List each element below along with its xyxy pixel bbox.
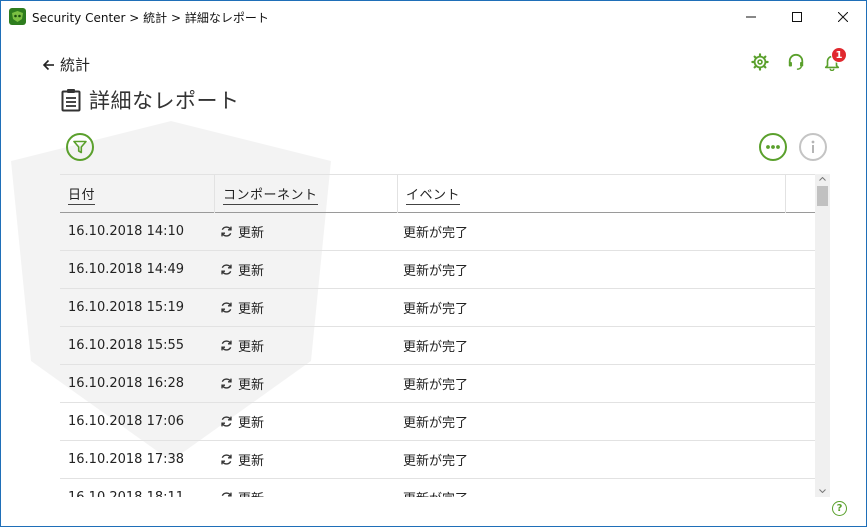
cell-event: 更新が完了: [403, 416, 469, 431]
notification-badge: 1: [831, 47, 847, 63]
cell-date: 16.10.2018 15:55: [68, 338, 185, 353]
column-header-component[interactable]: コンポーネント: [215, 175, 398, 213]
window-title: Security Center > 統計 > 詳細なレポート: [32, 11, 269, 25]
cell-date: 16.10.2018 17:06: [68, 414, 185, 429]
cell-event: 更新が完了: [403, 226, 469, 241]
component-label: 更新: [238, 340, 265, 355]
scroll-thumb[interactable]: [817, 186, 828, 206]
close-button[interactable]: [820, 1, 866, 32]
filter-button[interactable]: [66, 133, 94, 161]
update-refresh-icon: [221, 302, 232, 313]
column-header-blank: [786, 175, 815, 213]
update-refresh-icon: [221, 340, 232, 351]
table-row[interactable]: 16.10.2018 17:38 更新 更新が完了: [60, 441, 815, 479]
minimize-icon: [746, 16, 756, 17]
cell-component: 更新: [220, 365, 264, 402]
cell-date: 16.10.2018 15:19: [68, 300, 185, 315]
table-row[interactable]: 16.10.2018 18:11 更新 更新が完了: [60, 479, 815, 497]
chevron-down-icon: [819, 489, 826, 493]
component-label: 更新: [238, 264, 265, 279]
table-row[interactable]: 16.10.2018 14:10 更新 更新が完了: [60, 213, 815, 251]
arrow-left-icon: [43, 59, 54, 70]
scroll-down-button[interactable]: [815, 485, 830, 497]
back-link[interactable]: 統計: [43, 54, 90, 75]
chevron-up-icon: [819, 177, 826, 181]
settings-icon: [751, 53, 769, 71]
maximize-button[interactable]: [774, 1, 820, 32]
cell-component: 更新: [220, 403, 264, 440]
cell-date: 16.10.2018 17:38: [68, 452, 185, 467]
maximize-icon: [792, 11, 802, 22]
table-row[interactable]: 16.10.2018 17:06 更新 更新が完了: [60, 403, 815, 441]
page-title-row: 詳細なレポート: [61, 85, 240, 115]
minimize-button[interactable]: [728, 1, 774, 32]
cell-component: 更新: [220, 213, 264, 250]
update-refresh-icon: [221, 378, 232, 389]
more-button[interactable]: [759, 133, 787, 161]
cell-date: 16.10.2018 14:10: [68, 224, 185, 239]
update-refresh-icon: [221, 226, 232, 237]
app-logo-icon: [9, 8, 26, 25]
info-icon: [811, 140, 815, 153]
table-row[interactable]: 16.10.2018 14:49 更新 更新が完了: [60, 251, 815, 289]
back-link-label: 統計: [60, 56, 91, 74]
cell-component: 更新: [220, 479, 264, 497]
app-window: Security Center > 統計 > 詳細なレポート 1 統計 詳細なレ…: [0, 0, 867, 527]
component-label: 更新: [238, 302, 265, 317]
table-body: 16.10.2018 14:10 更新 更新が完了 16.10.2018 14:49 更…: [60, 213, 815, 497]
cell-date: 16.10.2018 18:11: [68, 479, 184, 497]
info-button[interactable]: [799, 133, 827, 161]
cell-date: 16.10.2018 14:49: [68, 262, 185, 277]
cell-event: 更新が完了: [403, 479, 468, 497]
cell-event: 更新が完了: [403, 340, 469, 355]
report-table: 日付 コンポーネント イベント 16.10.2018 14:10 更新 更新が完了 1…: [60, 174, 830, 497]
report-clipboard-icon: [61, 89, 81, 112]
table-row[interactable]: 16.10.2018 16:28 更新 更新が完了: [60, 365, 815, 403]
update-refresh-icon: [221, 492, 232, 497]
cell-component: 更新: [220, 251, 264, 288]
update-refresh-icon: [221, 416, 232, 427]
cell-event: 更新が完了: [403, 302, 469, 317]
title-bar: Security Center > 統計 > 詳細なレポート: [1, 1, 866, 32]
table-row[interactable]: 16.10.2018 15:55 更新 更新が完了: [60, 327, 815, 365]
column-header-date[interactable]: 日付: [60, 175, 215, 213]
cell-component: 更新: [220, 289, 264, 326]
cell-component: 更新: [220, 441, 264, 478]
component-label: 更新: [238, 226, 265, 241]
cell-event: 更新が完了: [403, 264, 469, 279]
column-header-event[interactable]: イベント: [398, 175, 786, 213]
table-scrollbar[interactable]: [815, 174, 830, 497]
support-headset-icon: [788, 53, 804, 70]
cell-component: 更新: [220, 327, 264, 364]
update-refresh-icon: [221, 454, 232, 465]
cell-date: 16.10.2018 16:28: [68, 376, 185, 391]
page-title: 詳細なレポート: [89, 89, 240, 113]
cell-event: 更新が完了: [403, 454, 469, 469]
more-icon: [766, 145, 780, 149]
scroll-up-button[interactable]: [815, 174, 830, 184]
table-row[interactable]: 16.10.2018 15:19 更新 更新が完了: [60, 289, 815, 327]
component-label: 更新: [238, 378, 265, 393]
filter-icon: [73, 140, 87, 154]
cell-event: 更新が完了: [403, 378, 469, 393]
update-refresh-icon: [221, 264, 232, 275]
support-button[interactable]: [785, 51, 807, 73]
close-icon: [838, 11, 848, 22]
settings-button[interactable]: [749, 51, 771, 73]
component-label: 更新: [238, 454, 265, 469]
component-label: 更新: [238, 488, 264, 497]
component-label: 更新: [238, 416, 265, 431]
table-header: 日付 コンポーネント イベント: [60, 174, 815, 213]
help-button[interactable]: ?: [832, 501, 847, 516]
